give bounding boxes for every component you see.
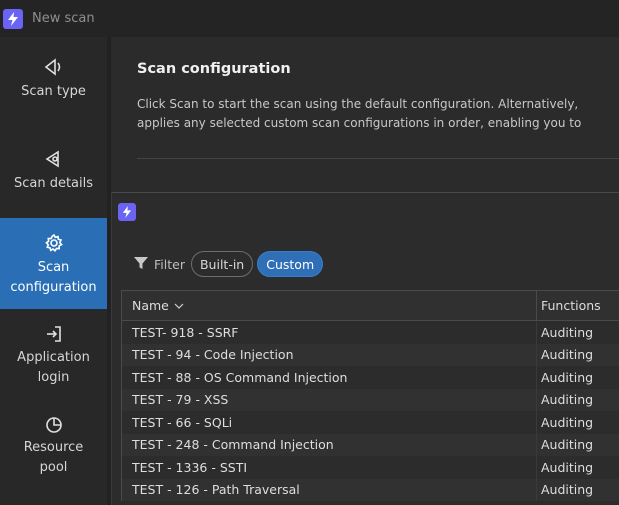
table-row[interactable]: TEST - 79 - XSS Auditing — [121, 388, 619, 411]
app-logo-icon — [118, 203, 136, 221]
configurations-table: Name Functions TEST- 918 - SSRF Auditing… — [121, 290, 619, 501]
row-name: TEST - 66 - SQLi — [122, 411, 537, 434]
sidebar-item-label: Resource pool — [23, 440, 84, 475]
divider — [137, 158, 619, 159]
sidebar-item-label: Scan type — [21, 84, 86, 99]
row-name: TEST - 88 - OS Command Injection — [122, 366, 537, 389]
sidebar-item-resource-pool[interactable]: Resource pool — [0, 412, 107, 478]
column-header-name[interactable]: Name — [122, 291, 537, 320]
filter-chip-custom[interactable]: Custom — [257, 251, 324, 277]
app-logo-icon — [3, 8, 23, 29]
table-row[interactable]: TEST - 1336 - SSTI Auditing — [121, 456, 619, 479]
table-header: Name Functions — [121, 290, 619, 321]
column-header-functions[interactable]: Functions — [537, 298, 601, 313]
filter-label: Filter — [154, 256, 185, 272]
row-functions: Auditing — [541, 324, 594, 340]
table-row[interactable]: TEST - 66 - SQLi Auditing — [121, 411, 619, 434]
table-row[interactable]: TEST - 126 - Path Traversal Auditing — [121, 478, 619, 501]
title-bar: New scan — [0, 0, 619, 37]
description: Click Scan to start the scan using the d… — [137, 95, 619, 133]
row-name: TEST - 248 - Command Injection — [122, 433, 537, 456]
row-functions: Auditing — [541, 414, 594, 430]
row-name: TEST - 126 - Path Traversal — [122, 478, 537, 501]
row-name: TEST - 1336 - SSTI — [122, 456, 537, 479]
page-title: Scan configuration — [137, 61, 291, 77]
row-functions: Auditing — [541, 482, 594, 498]
filter-bar: Filter Built-in Custom — [134, 250, 327, 278]
description-line: Click Scan to start the scan using the d… — [137, 97, 579, 111]
sidebar-item-label: Scan configuration — [10, 260, 97, 295]
sidebar-item-label: Scan details — [13, 176, 94, 191]
sidebar-item-scan-type[interactable]: Scan type — [0, 54, 107, 120]
sidebar-item-scan-configuration[interactable]: Scan configuration — [0, 218, 107, 309]
row-name: TEST - 94 - Code Injection — [122, 343, 537, 366]
custom-configuration-dialog: Filter Built-in Custom Name Functions TE… — [111, 192, 619, 505]
new-scan-window: New scan Scan type Scan details Scan con… — [0, 0, 619, 505]
row-functions: Auditing — [541, 369, 594, 385]
row-functions: Auditing — [541, 347, 594, 363]
table-row[interactable]: TEST - 94 - Code Injection Auditing — [121, 343, 619, 366]
gear-icon — [44, 230, 64, 256]
sidebar-item-label: Application login — [17, 350, 90, 385]
resource-pool-icon — [43, 412, 65, 436]
chevron-down-icon — [174, 303, 184, 309]
filter-icon — [134, 255, 148, 274]
table-row[interactable]: TEST - 88 - OS Command Injection Auditin… — [121, 366, 619, 389]
window-title: New scan — [32, 11, 95, 26]
row-functions: Auditing — [541, 459, 594, 475]
row-functions: Auditing — [541, 392, 594, 408]
scan-details-icon — [43, 146, 65, 172]
sidebar-item-scan-details[interactable]: Scan details — [0, 146, 107, 212]
table-row[interactable]: TEST - 248 - Command Injection Auditing — [121, 433, 619, 456]
column-header-label: Name — [132, 298, 169, 313]
row-name: TEST - 79 - XSS — [122, 388, 537, 411]
sidebar-item-application-login[interactable]: Application login — [0, 322, 107, 388]
scan-type-icon — [43, 54, 65, 80]
row-name: TEST- 918 - SSRF — [122, 321, 537, 344]
table-row[interactable]: TEST- 918 - SSRF Auditing — [121, 321, 619, 344]
description-line: applies any selected custom scan configu… — [137, 116, 582, 130]
filter-chip-built-in[interactable]: Built-in — [190, 251, 254, 277]
login-icon — [43, 322, 65, 346]
row-functions: Auditing — [541, 437, 594, 453]
